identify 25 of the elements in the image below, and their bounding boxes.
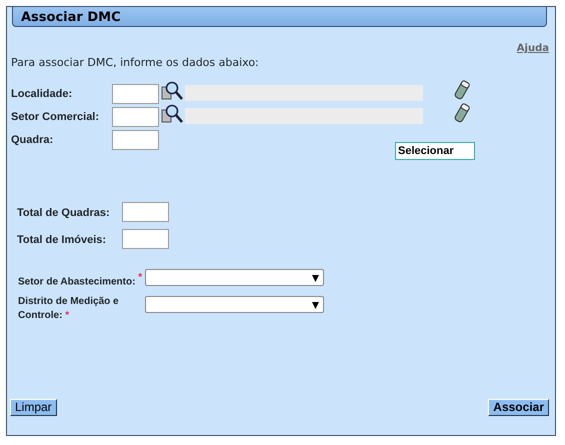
field-label: Quadra:	[11, 132, 54, 148]
input-field[interactable]	[122, 228, 169, 248]
input-field[interactable]	[112, 106, 159, 126]
clear-button[interactable]: Limpar	[10, 399, 57, 416]
help-link[interactable]: Ajuda	[516, 41, 549, 56]
associate-button[interactable]: Associar	[488, 399, 549, 416]
input-field[interactable]	[112, 130, 159, 150]
caret-icon	[312, 302, 319, 309]
field-label: Setor Comercial:	[11, 110, 100, 124]
field-label: Total de Imóveis:	[17, 232, 108, 248]
select-button[interactable]: Selecionar	[395, 142, 475, 160]
input-field[interactable]	[112, 84, 159, 104]
field-label: Distrito de Medição e Controle: *	[18, 294, 120, 323]
eraser-icon[interactable]	[454, 102, 470, 122]
eraser-icon[interactable]	[454, 80, 470, 100]
search-icon[interactable]	[161, 80, 183, 100]
instruction-text: Para associar DMC, informe os dados abaixo:	[11, 55, 260, 71]
field-label: Localidade:	[11, 86, 74, 102]
dropdown[interactable]	[145, 296, 324, 313]
panel-title: Associar DMC	[12, 7, 547, 27]
search-icon[interactable]	[161, 104, 183, 124]
input-field[interactable]	[122, 202, 169, 222]
dropdown[interactable]	[145, 268, 324, 286]
caret-icon	[312, 274, 319, 282]
field-label: Total de Quadras:	[17, 206, 111, 220]
